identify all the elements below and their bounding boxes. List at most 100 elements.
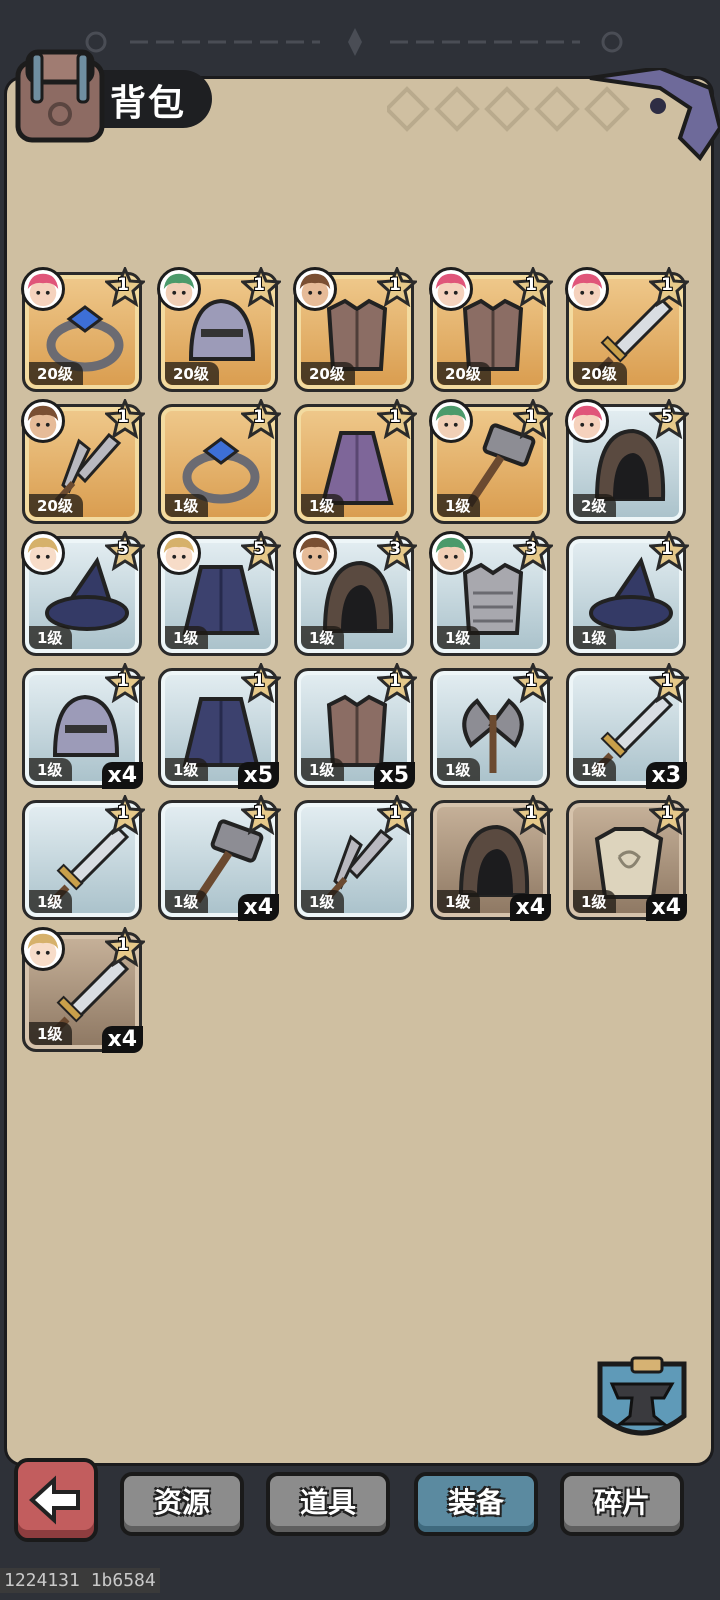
item-count: x4	[645, 894, 687, 921]
star-count: 1	[661, 671, 673, 691]
hero-portrait-icon	[21, 399, 65, 443]
item-card[interactable]: 1 1级	[294, 399, 417, 524]
star-count: 1	[389, 671, 401, 691]
item-level: 1级	[437, 494, 481, 517]
star-count: 1	[117, 935, 129, 955]
star-count: 1	[525, 407, 537, 427]
hero-portrait-icon	[429, 531, 473, 575]
item-level: 20级	[29, 362, 83, 385]
item-level: 1级	[165, 890, 209, 913]
item-card[interactable]: 1 20级	[293, 267, 417, 392]
star-count: 1	[117, 275, 129, 295]
item-level: 2级	[573, 494, 617, 517]
item-level: 1级	[165, 626, 209, 649]
star-count: 1	[253, 671, 265, 691]
star-count: 1	[525, 275, 537, 295]
star-count: 1	[253, 803, 265, 823]
item-card[interactable]: 1 20级	[21, 399, 145, 524]
star-count: 1	[661, 539, 673, 559]
hero-portrait-icon	[565, 399, 609, 443]
item-level: 1级	[301, 758, 345, 781]
item-card[interactable]: 5 1级	[21, 531, 145, 656]
star-count: 3	[525, 539, 537, 559]
item-level: 1级	[301, 890, 345, 913]
item-count: x4	[101, 1026, 143, 1053]
star-count: 5	[117, 539, 129, 559]
item-level: 1级	[165, 494, 209, 517]
item-card[interactable]: 5 2级	[565, 399, 689, 524]
star-count: 3	[389, 539, 401, 559]
star-count: 1	[389, 803, 401, 823]
star-count: 1	[525, 671, 537, 691]
hero-portrait-icon	[21, 531, 65, 575]
item-count: x4	[237, 894, 279, 921]
item-card[interactable]: 3 1级	[293, 531, 417, 656]
back-arrow-icon	[29, 1475, 80, 1525]
star-count: 5	[253, 539, 265, 559]
hero-portrait-icon	[21, 927, 65, 971]
backpack-icon	[15, 49, 105, 143]
debug-build-label: 1224131 1b6584	[0, 1568, 160, 1593]
anvil-button[interactable]	[594, 1354, 690, 1450]
item-count: x3	[645, 762, 687, 789]
star-count: 1	[117, 671, 129, 691]
item-level: 1级	[301, 494, 345, 517]
hero-portrait-icon	[429, 399, 473, 443]
item-card[interactable]: 1 20级	[21, 267, 145, 392]
tab-1[interactable]: 道具	[266, 1472, 390, 1536]
item-level: 1级	[29, 1022, 73, 1045]
item-card[interactable]: 1 20级	[429, 267, 553, 392]
hero-portrait-icon	[565, 267, 609, 311]
item-card[interactable]: 1 1级 x4	[566, 795, 689, 921]
tab-3[interactable]: 碎片	[560, 1472, 684, 1536]
item-card[interactable]: 1 1级	[430, 663, 553, 788]
star-count: 1	[117, 407, 129, 427]
hero-portrait-icon	[21, 267, 65, 311]
item-level: 1级	[165, 758, 209, 781]
corner-ornament	[589, 68, 720, 162]
back-button[interactable]	[14, 1458, 98, 1542]
star-count: 1	[253, 407, 265, 427]
item-level: 20级	[29, 494, 83, 517]
item-card[interactable]: 3 1级	[429, 531, 553, 656]
item-level: 1级	[29, 890, 73, 913]
item-card[interactable]: 5 1级	[157, 531, 281, 656]
item-level: 1级	[437, 890, 481, 913]
item-card[interactable]: 1 1级	[429, 399, 553, 524]
hero-portrait-icon	[429, 267, 473, 311]
item-level: 1级	[29, 758, 73, 781]
star-count: 1	[253, 275, 265, 295]
item-level: 20级	[573, 362, 627, 385]
tab-2[interactable]: 装备	[414, 1472, 538, 1536]
item-card[interactable]: 1 1级 x4	[21, 927, 145, 1053]
tab-0[interactable]: 资源	[120, 1472, 244, 1536]
item-level: 1级	[437, 758, 481, 781]
item-card[interactable]: 1 1级	[294, 795, 417, 920]
item-level: 20级	[301, 362, 355, 385]
hero-portrait-icon	[293, 531, 337, 575]
item-count: x5	[237, 762, 279, 789]
star-count: 1	[389, 275, 401, 295]
item-card[interactable]: 1 1级 x5	[158, 663, 281, 789]
item-card[interactable]: 1 1级	[566, 531, 689, 656]
hero-portrait-icon	[293, 267, 337, 311]
star-count: 1	[661, 803, 673, 823]
hero-portrait-icon	[157, 531, 201, 575]
item-level: 1级	[29, 626, 73, 649]
item-count: x5	[373, 762, 415, 789]
item-card[interactable]: 1 20级	[157, 267, 281, 392]
item-card[interactable]: 1 1级	[158, 399, 281, 524]
item-card[interactable]: 1 20级	[565, 267, 689, 392]
item-card[interactable]: 1 1级 x4	[22, 663, 145, 789]
item-card[interactable]: 1 1级 x4	[158, 795, 281, 921]
item-level: 20级	[165, 362, 219, 385]
item-card[interactable]: 1 1级 x3	[566, 663, 689, 789]
item-level: 20级	[437, 362, 491, 385]
item-card[interactable]: 1 1级 x4	[430, 795, 553, 921]
item-level: 1级	[301, 626, 345, 649]
item-card[interactable]: 1 1级	[22, 795, 145, 920]
item-card[interactable]: 1 1级 x5	[294, 663, 417, 789]
item-grid: 1 20级 1 20级 1 20级 1 20级 1 20级 1 20级 1 1级 1 1级 1 1级 5 2级 5 1级 5…	[21, 267, 702, 1053]
item-count: x4	[509, 894, 551, 921]
star-count: 1	[389, 407, 401, 427]
